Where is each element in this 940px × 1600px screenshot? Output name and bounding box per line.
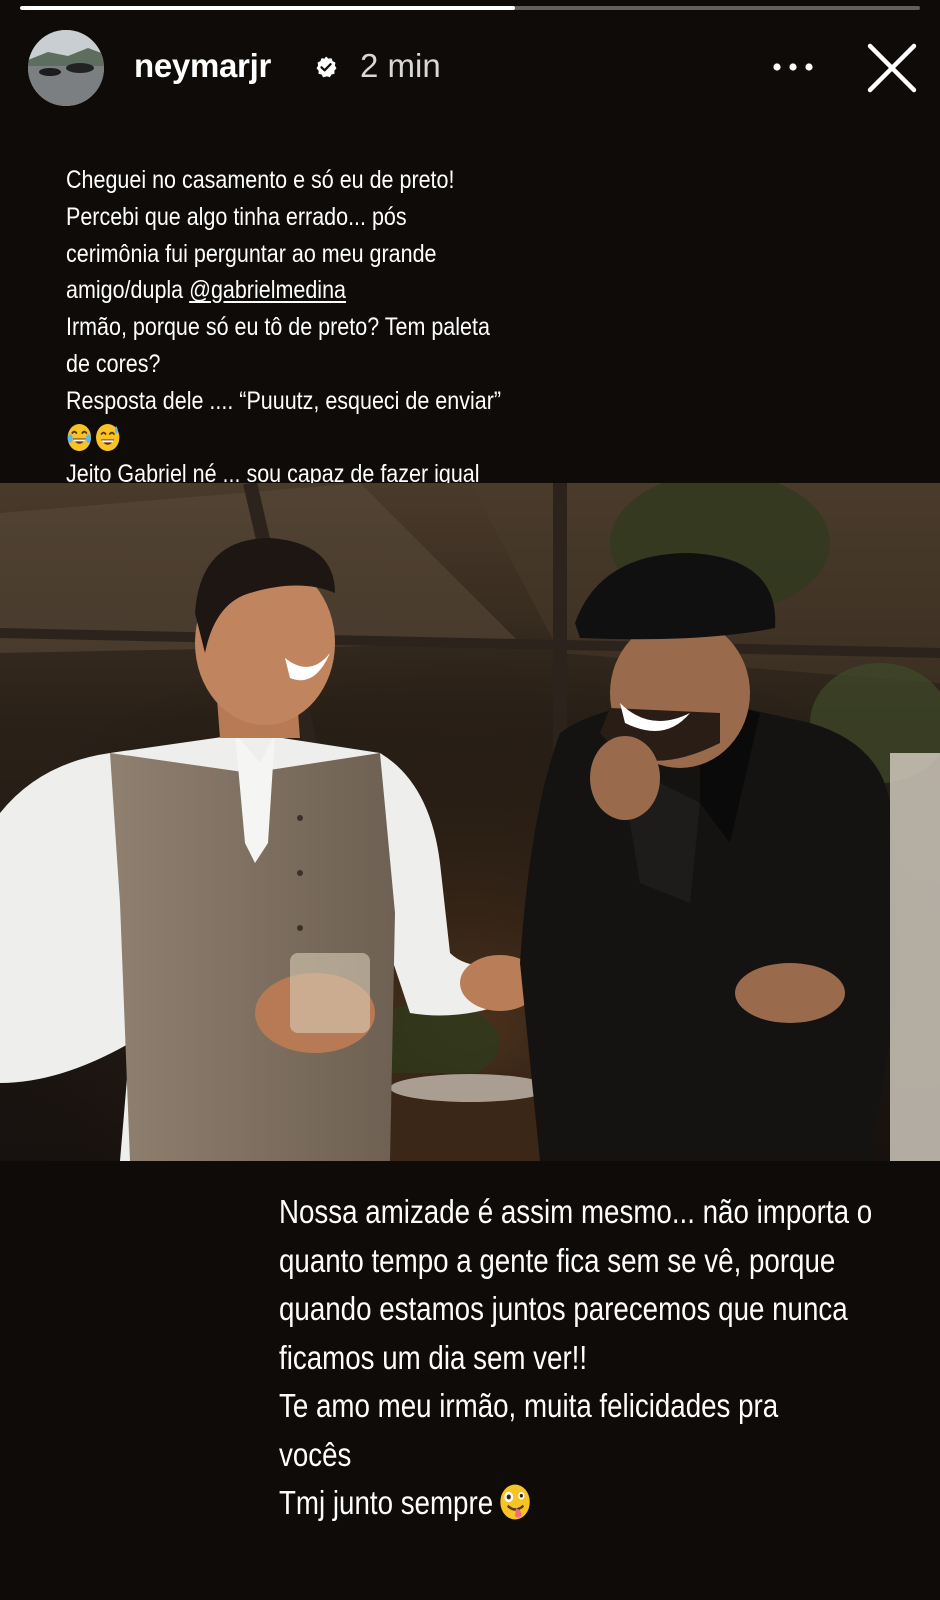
caption-line: ficamos um dia sem ver!! [279, 1338, 588, 1376]
caption-text: amigo/dupla [66, 276, 190, 305]
story-progress-fill [20, 6, 515, 10]
grinning-sweat-emoji-icon [96, 424, 120, 452]
photo-image [0, 483, 940, 1161]
post-time: 2 min [360, 47, 441, 84]
caption-line: de cores? [66, 349, 161, 378]
story-caption-top: Cheguei no casamento e só eu de preto! P… [66, 162, 548, 493]
caption-line: cerimônia fui perguntar ao meu grande [66, 239, 437, 268]
caption-line: Irmão, porque só eu tô de preto? Tem pal… [66, 313, 490, 342]
avatar-image [28, 30, 104, 106]
story-photo [0, 483, 940, 1161]
caption-line: Resposta dele .... “Puuutz, esqueci de e… [66, 386, 502, 415]
more-options-icon[interactable] [770, 52, 816, 82]
caption-line: amigo/dupla @gabrielmedina [66, 272, 548, 309]
caption-emoji-row [66, 420, 548, 457]
caption-text: Tmj junto sempre [279, 1484, 494, 1521]
profile-avatar[interactable] [28, 30, 104, 106]
mention-link[interactable]: @gabrielmedina [189, 276, 346, 304]
caption-line: Tmj junto sempre [279, 1479, 901, 1528]
caption-line: Te amo meu irmão, muita felicidades pra [279, 1387, 779, 1424]
caption-line: Cheguei no casamento e só eu de preto! [66, 166, 455, 194]
tears-of-joy-emoji-icon [67, 424, 91, 452]
story-caption-bottom: Nossa amizade é assim mesmo... não impor… [279, 1188, 901, 1528]
caption-line: quanto tempo a gente fica sem se vê, por… [279, 1241, 836, 1279]
verified-badge-icon [316, 56, 337, 78]
caption-line: quando estamos juntos parecemos que nunc… [279, 1290, 848, 1327]
story-progress-bar [20, 6, 920, 10]
username[interactable]: neymarjr [134, 46, 271, 86]
zany-face-emoji-icon [500, 1484, 530, 1520]
close-icon[interactable] [866, 42, 918, 94]
caption-line: Percebi que algo tinha errado... pós [66, 202, 407, 231]
caption-line: vocês [279, 1435, 352, 1473]
caption-line: Nossa amizade é assim mesmo... não impor… [279, 1193, 873, 1230]
